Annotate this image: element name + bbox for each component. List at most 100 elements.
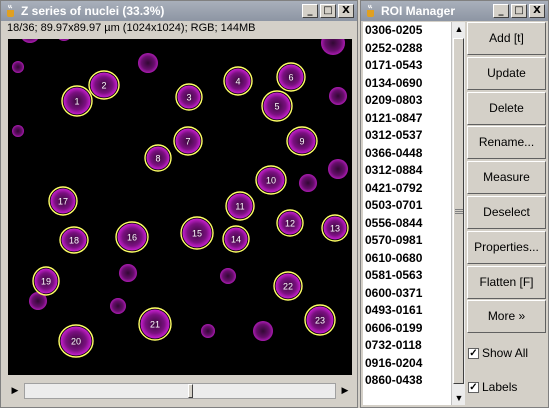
maximize-button[interactable]: □ bbox=[511, 4, 527, 18]
roi-manager-title: ROI Manager bbox=[381, 4, 456, 18]
roi-12[interactable]: 12 bbox=[276, 209, 304, 237]
roi-label: 6 bbox=[288, 73, 293, 83]
background-nucleus bbox=[220, 268, 236, 284]
roi-button-column: Add [t] Update Delete Rename... Measure Desel… bbox=[467, 22, 547, 335]
roi-label: 9 bbox=[299, 137, 304, 147]
horizontal-scrollbar[interactable]: ▶ ▶ bbox=[8, 382, 352, 399]
image-info-line: 18/36; 89.97x89.97 µm (1024x1024); RGB; … bbox=[7, 22, 256, 34]
roi-16[interactable]: 16 bbox=[115, 221, 149, 253]
roi-list-item[interactable]: 0493-0161 bbox=[363, 302, 451, 320]
roi-label: 13 bbox=[330, 224, 340, 234]
background-nucleus bbox=[201, 324, 215, 338]
roi-list-item[interactable]: 0306-0205 bbox=[363, 22, 451, 40]
minimize-button[interactable]: _ bbox=[302, 4, 318, 18]
roi-9[interactable]: 9 bbox=[286, 126, 318, 156]
slice-scroll-thumb[interactable] bbox=[188, 384, 193, 398]
scroll-up-arrow-icon[interactable]: ▲ bbox=[452, 22, 466, 36]
roi-label: 7 bbox=[185, 137, 190, 147]
roi-list-item[interactable]: 0556-0844 bbox=[363, 215, 451, 233]
roi-list[interactable]: 0306-0205 0252-0288 0171-0543 0134-0690 0209… bbox=[363, 22, 451, 405]
roi-list-item[interactable]: 0312-0537 bbox=[363, 127, 451, 145]
roi-label: 14 bbox=[231, 235, 241, 245]
roi-20[interactable]: 20 bbox=[58, 324, 94, 358]
roi-4[interactable]: 4 bbox=[223, 66, 253, 96]
close-button[interactable]: X bbox=[338, 4, 354, 18]
roi-list-item[interactable]: 0312-0884 bbox=[363, 162, 451, 180]
background-nucleus bbox=[22, 39, 38, 43]
deselect-button[interactable]: Deselect bbox=[467, 195, 546, 229]
roi-list-scrollbar[interactable]: ▲ ▼ bbox=[451, 22, 465, 405]
roi-11[interactable]: 11 bbox=[225, 191, 255, 221]
roi-label: 16 bbox=[127, 233, 137, 243]
show-all-checkbox[interactable]: ✓ Show All bbox=[468, 346, 528, 360]
delete-button[interactable]: Delete bbox=[467, 91, 546, 125]
roi-label: 18 bbox=[69, 236, 79, 246]
roi-list-item[interactable]: 0209-0803 bbox=[363, 92, 451, 110]
roi-label: 23 bbox=[315, 316, 325, 326]
background-nucleus bbox=[253, 321, 273, 341]
maximize-button[interactable]: □ bbox=[320, 4, 336, 18]
show-all-label: Show All bbox=[482, 346, 529, 360]
properties-button[interactable]: Properties... bbox=[467, 230, 546, 264]
measure-button[interactable]: Measure bbox=[467, 161, 546, 195]
slice-scroll-track[interactable] bbox=[24, 383, 336, 399]
roi-list-item[interactable]: 0610-0680 bbox=[363, 250, 451, 268]
roi-list-scroll-thumb[interactable] bbox=[453, 38, 464, 384]
roi-13[interactable]: 13 bbox=[321, 214, 349, 242]
roi-5[interactable]: 5 bbox=[261, 90, 293, 122]
roi-list-item[interactable]: 0732-0118 bbox=[363, 337, 451, 355]
background-nucleus bbox=[321, 39, 345, 55]
roi-list-item[interactable]: 0581-0563 bbox=[363, 267, 451, 285]
roi-manager-titlebar[interactable]: ROI Manager _ □ X bbox=[361, 1, 548, 21]
roi-6[interactable]: 6 bbox=[276, 62, 306, 92]
imagej-coffee-icon bbox=[7, 4, 14, 17]
roi-label: 19 bbox=[41, 277, 51, 287]
roi-21[interactable]: 21 bbox=[138, 307, 172, 341]
roi-15[interactable]: 15 bbox=[180, 216, 214, 250]
add-button[interactable]: Add [t] bbox=[467, 22, 546, 55]
close-button[interactable]: X bbox=[529, 4, 545, 18]
scroll-down-arrow-icon[interactable]: ▼ bbox=[452, 391, 466, 405]
flatten-button[interactable]: Flatten [F] bbox=[467, 265, 546, 299]
roi-8[interactable]: 8 bbox=[144, 144, 172, 172]
background-nucleus bbox=[58, 39, 70, 41]
roi-list-item[interactable]: 0366-0448 bbox=[363, 145, 451, 163]
roi-list-item[interactable]: 0252-0288 bbox=[363, 40, 451, 58]
roi-label: 15 bbox=[192, 229, 202, 239]
roi-list-item[interactable]: 0600-0371 bbox=[363, 285, 451, 303]
show-all-check-icon[interactable]: ✓ bbox=[468, 347, 479, 359]
roi-list-item[interactable]: 0134-0690 bbox=[363, 75, 451, 93]
rename-button[interactable]: Rename... bbox=[467, 126, 546, 160]
more-button[interactable]: More » bbox=[467, 300, 546, 334]
roi-19[interactable]: 19 bbox=[32, 266, 60, 296]
roi-list-item[interactable]: 0570-0981 bbox=[363, 232, 451, 250]
background-nucleus bbox=[328, 159, 348, 179]
roi-7[interactable]: 7 bbox=[173, 126, 203, 156]
roi-list-item[interactable]: 0421-0792 bbox=[363, 180, 451, 198]
image-window-titlebar[interactable]: Z series of nuclei (33.3%) _ □ X bbox=[1, 1, 357, 21]
labels-check-icon[interactable]: ✓ bbox=[468, 381, 479, 393]
roi-list-item[interactable]: 0171-0543 bbox=[363, 57, 451, 75]
scroll-right-arrow-icon[interactable]: ▶ bbox=[338, 382, 352, 399]
roi-list-item[interactable]: 0916-0204 bbox=[363, 355, 451, 373]
roi-3[interactable]: 3 bbox=[175, 83, 203, 111]
background-nucleus bbox=[12, 61, 24, 73]
roi-18[interactable]: 18 bbox=[59, 226, 89, 254]
roi-list-item[interactable]: 0121-0847 bbox=[363, 110, 451, 128]
roi-14[interactable]: 14 bbox=[222, 225, 250, 253]
roi-22[interactable]: 22 bbox=[273, 271, 303, 301]
image-canvas[interactable]: 1 2 3 4 5 6 7 8 9 10 11 12 13 14 15 16 17 18 19 20 21 22 23 bbox=[8, 39, 352, 375]
slice-play-icon[interactable]: ▶ bbox=[8, 382, 22, 399]
roi-list-item[interactable]: 0606-0199 bbox=[363, 320, 451, 338]
roi-list-item[interactable]: 0503-0701 bbox=[363, 197, 451, 215]
minimize-button[interactable]: _ bbox=[493, 4, 509, 18]
roi-23[interactable]: 23 bbox=[304, 304, 336, 336]
roi-10[interactable]: 10 bbox=[255, 165, 287, 195]
roi-label: 1 bbox=[74, 97, 79, 107]
roi-17[interactable]: 17 bbox=[48, 186, 78, 216]
roi-list-item[interactable]: 0860-0438 bbox=[363, 372, 451, 390]
roi-2[interactable]: 2 bbox=[88, 70, 120, 100]
roi-1[interactable]: 1 bbox=[61, 85, 93, 117]
update-button[interactable]: Update bbox=[467, 56, 546, 90]
labels-checkbox[interactable]: ✓ Labels bbox=[468, 380, 517, 394]
